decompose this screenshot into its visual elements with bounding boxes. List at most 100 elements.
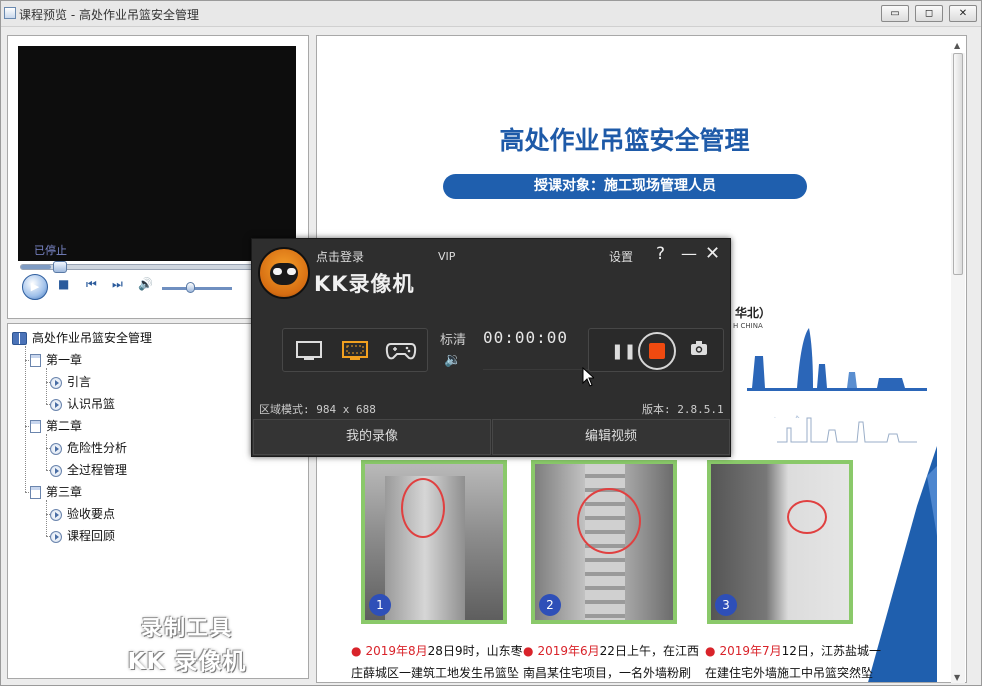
recording-timer: 00:00:00 [483,328,569,347]
tree-item-label: 课程回顾 [67,529,116,543]
slide-title: 高处作业吊篮安全管理 [499,126,750,155]
page-icon [30,354,41,367]
vip-badge[interactable]: VIP [438,250,455,263]
photo-number: 2 [539,594,561,616]
app-icon [4,7,16,19]
help-button[interactable]: ? [656,244,665,264]
capture-mode-group [282,328,428,372]
tree-item-full-process[interactable]: 全过程管理 [50,461,127,479]
vertical-scrollbar[interactable] [951,53,965,683]
bullet-icon: ● [523,644,534,658]
recorder-minimize-button[interactable]: — [681,244,697,263]
recorder-close-button[interactable]: ✕ [705,243,720,264]
video-display[interactable]: 已停止 [18,46,296,261]
tree-item-know-gondola[interactable]: 认识吊篮 [50,395,115,413]
speaker-icon[interactable]: 🔉 [444,352,461,368]
tree-chapter-label: 第二章 [46,419,83,433]
record-controls: ❚❚ [588,328,724,372]
caption-1: ●2019年8月28日9时，山东枣庄薛城区一建筑工地发生吊篮坠落 [351,640,527,682]
caption-date: 2019年7月 [719,644,782,658]
camera-icon[interactable] [690,340,708,356]
region-icon[interactable] [341,340,369,362]
seek-fill [21,265,51,269]
settings-button[interactable]: 设置 [609,248,633,265]
accident-photo-3: 3 [707,460,853,624]
lesson-play-icon [50,508,62,521]
play-icon: ▶ [30,280,40,293]
stop-record-button[interactable] [638,332,676,370]
book-icon [12,332,27,345]
edit-video-button[interactable]: 编辑视频 [492,419,730,455]
tree-item-review[interactable]: 课程回顾 [50,527,115,545]
lesson-play-icon [50,530,62,543]
minimize-button[interactable]: ▭ [881,5,909,22]
prev-icon[interactable]: ⏮ [86,277,97,292]
accident-photo-1: 1 [361,460,507,624]
page-icon [30,420,41,433]
photo-number: 1 [369,594,391,616]
scroll-down-icon[interactable]: ▼ [954,673,960,682]
kk-cat-logo-icon [258,247,310,299]
watermark-line-2: KK 录像机 [127,649,247,675]
tree-chapter-3[interactable]: 第三章 [30,483,82,501]
lesson-play-icon [50,376,62,389]
stop-icon[interactable]: ■ [58,277,69,291]
version-info: 版本: 2.8.5.1 [642,403,724,416]
tree-item-acceptance[interactable]: 验收要点 [50,505,115,523]
tree-item-label: 危险性分析 [67,441,128,455]
recorder-name: KK录像机 [314,272,415,296]
volume-slider[interactable] [162,287,232,290]
accident-photo-2: 2 [531,460,677,624]
audience-banner: 授课对象：施工现场管理人员 [443,174,807,199]
timer-underline [483,354,591,370]
tree-item-label: 引言 [67,375,92,389]
scroll-up-icon[interactable]: ▲ [954,41,960,50]
kk-recorder-panel[interactable]: 点击登录 VIP KK录像机 设置 ? — ✕ 标清 🔉 00:00:00 ❚❚… [251,238,731,457]
volume-thumb[interactable] [186,282,195,293]
recorder-watermark: 录制工具 KK 录像机 [112,612,262,676]
window-title: 课程预览 - 高处作业吊篮安全管理 [19,8,199,22]
page-icon [30,486,41,499]
tree-item-label: 认识吊篮 [67,397,116,411]
my-recordings-button[interactable]: 我的录像 [253,419,491,455]
tree-item-intro[interactable]: 引言 [50,373,91,391]
game-icon[interactable] [385,340,417,362]
bullet-icon: ● [351,644,362,658]
caption-3: ●2019年7月12日，江苏盐城一在建住宅外墙施工中吊篮突然坠落， [705,640,881,682]
lesson-play-icon [50,464,62,477]
play-button[interactable]: ▶ [22,274,48,300]
tree-item-label: 验收要点 [67,507,116,521]
photo-number: 3 [715,594,737,616]
course-preview-window: 课程预览 - 高处作业吊篮安全管理 ▭ ◻ ✕ 已停止 ▶ ■ ⏮ ⏭ 🔊 高处… [0,0,982,686]
quality-selector[interactable]: 标清 [440,329,466,348]
region-mode-info: 区域模式: 984 x 688 [259,403,376,416]
lesson-play-icon [50,442,62,455]
tree-root-label: 高处作业吊篮安全管理 [32,331,153,345]
volume-icon[interactable]: 🔊 [138,277,153,291]
mouse-cursor-icon [582,367,594,387]
tree-chapter-2[interactable]: 第二章 [30,417,82,435]
tree-chapter-label: 第三章 [46,485,83,499]
seek-thumb[interactable] [53,261,67,273]
close-button[interactable]: ✕ [949,5,977,22]
caption-2: ●2019年6月22日上午，在江西南昌某住宅项目，一名外墙粉刷的 [523,640,699,682]
tree-chapter-1[interactable]: 第一章 [30,351,82,369]
skyline-graphic [747,328,927,418]
player-status: 已停止 [34,244,67,257]
city-outline-graphic [777,417,917,443]
caption-date: 2019年6月 [537,644,600,658]
maximize-button[interactable]: ◻ [915,5,943,22]
tree-item-hazard-analysis[interactable]: 危险性分析 [50,439,127,457]
watermark-line-1: 录制工具 [141,616,233,640]
tree-chapter-label: 第一章 [46,353,83,367]
bullet-icon: ● [705,644,716,658]
next-icon[interactable]: ⏭ [112,277,123,292]
tree-root[interactable]: 高处作业吊篮安全管理 [12,329,152,347]
caption-date: 2019年8月 [365,644,428,658]
lesson-play-icon [50,398,62,411]
scrollbar-thumb[interactable] [953,53,963,275]
login-link[interactable]: 点击登录 [316,248,364,265]
title-bar[interactable]: 课程预览 - 高处作业吊篮安全管理 ▭ ◻ ✕ [1,1,981,27]
fullscreen-icon[interactable] [295,340,323,362]
pause-icon[interactable]: ❚❚ [611,342,636,360]
